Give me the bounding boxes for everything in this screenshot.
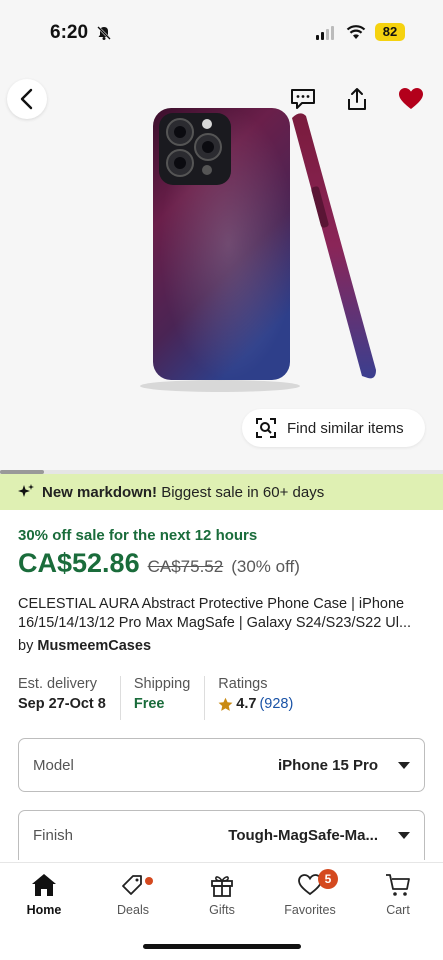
by-prefix: by — [18, 638, 34, 654]
battery-indicator: 82 — [375, 23, 405, 41]
bell-slash-icon — [97, 26, 111, 40]
finish-value: Tough-MagSafe-Ma... — [228, 827, 378, 844]
model-label: Model — [33, 756, 74, 774]
tab-deals[interactable]: Deals — [98, 873, 168, 917]
title-line: 16/15/14/13/12 Pro Max MagSafe | Galaxy … — [18, 615, 412, 631]
status-bar: 6:20 82 — [0, 0, 443, 60]
product-facts: Est. delivery Sep 27-Oct 8 Shipping Free… — [18, 676, 307, 720]
divider — [119, 676, 121, 720]
product-photo — [140, 108, 376, 392]
ratings-fact[interactable]: Ratings 4.7 (928) — [218, 676, 307, 720]
finish-label: Finish — [33, 827, 74, 844]
markdown-banner: New markdown! Biggest sale in 60+ days — [0, 474, 443, 510]
tab-favorites[interactable]: 5 Favorites — [275, 869, 345, 917]
shop-byline: by MusmeemCases — [18, 638, 151, 654]
sparkle-icon — [18, 484, 34, 497]
price-row: CA$52.86 CA$75.52 (30% off) — [18, 548, 300, 579]
rating-count: (928) — [259, 696, 294, 712]
home-indicator — [143, 944, 301, 949]
delivery-fact: Est. delivery Sep 27-Oct 8 — [18, 676, 120, 720]
current-price: CA$52.86 — [18, 548, 140, 578]
tab-cart[interactable]: Cart — [363, 873, 433, 917]
tab-deals-label: Deals — [117, 903, 149, 917]
shop-name-link[interactable]: MusmeemCases — [37, 638, 151, 654]
banner-text: Biggest sale in 60+ days — [161, 483, 325, 501]
original-price: CA$75.52 — [147, 557, 224, 576]
back-chevron-icon — [20, 88, 33, 110]
shipping-label: Shipping — [133, 676, 191, 692]
cart-icon — [386, 874, 410, 896]
divider — [204, 676, 206, 720]
find-similar-label: Find similar items — [287, 419, 404, 437]
tab-home[interactable]: Home — [9, 873, 79, 917]
ratings-value: 4.7 (928) — [218, 696, 293, 712]
tab-gifts[interactable]: Gifts — [187, 873, 257, 917]
status-time: 6:20 — [50, 22, 89, 43]
favorites-badge: 5 — [318, 869, 338, 889]
tab-gifts-label: Gifts — [209, 903, 235, 917]
product-image-gallery[interactable]: Find similar items — [0, 60, 443, 470]
shipping-value: Free — [133, 696, 165, 712]
model-value: iPhone 15 Pro — [277, 756, 378, 774]
discount-label: (30% off) — [231, 557, 300, 576]
tag-icon — [122, 875, 142, 895]
tab-cart-label: Cart — [386, 903, 410, 917]
star-icon — [218, 697, 233, 711]
rating-value: 4.7 — [236, 696, 257, 712]
ratings-label: Ratings — [218, 676, 268, 692]
wifi-icon — [346, 25, 366, 39]
sale-note: 30% off sale for the next 12 hours — [18, 527, 258, 544]
back-button[interactable] — [7, 79, 47, 119]
chevron-down-icon — [398, 832, 410, 839]
visual-search-icon — [256, 418, 276, 438]
heart-icon — [399, 88, 423, 109]
model-select[interactable]: Model iPhone 15 Pro — [18, 738, 425, 792]
tab-home-label: Home — [26, 903, 62, 917]
finish-select[interactable]: Finish Tough-MagSafe-Ma... — [18, 810, 425, 860]
gift-icon — [211, 876, 233, 897]
delivery-label: Est. delivery — [18, 676, 97, 692]
signal-icon — [316, 26, 334, 40]
shipping-fact: Shipping Free — [134, 676, 204, 720]
message-icon — [291, 89, 315, 109]
banner-bold: New markdown! — [42, 483, 158, 501]
favorite-button[interactable] — [391, 79, 431, 119]
product-title[interactable]: CELESTIAL AURA Abstract Protective Phone… — [18, 595, 428, 633]
chevron-down-icon — [398, 761, 410, 769]
title-line: CELESTIAL AURA Abstract Protective Phone… — [18, 596, 405, 612]
tab-favorites-label: Favorites — [284, 903, 336, 917]
find-similar-button[interactable]: Find similar items — [242, 409, 425, 447]
deals-badge-dot — [145, 877, 153, 885]
home-icon — [32, 874, 56, 896]
delivery-value: Sep 27-Oct 8 — [18, 696, 106, 712]
